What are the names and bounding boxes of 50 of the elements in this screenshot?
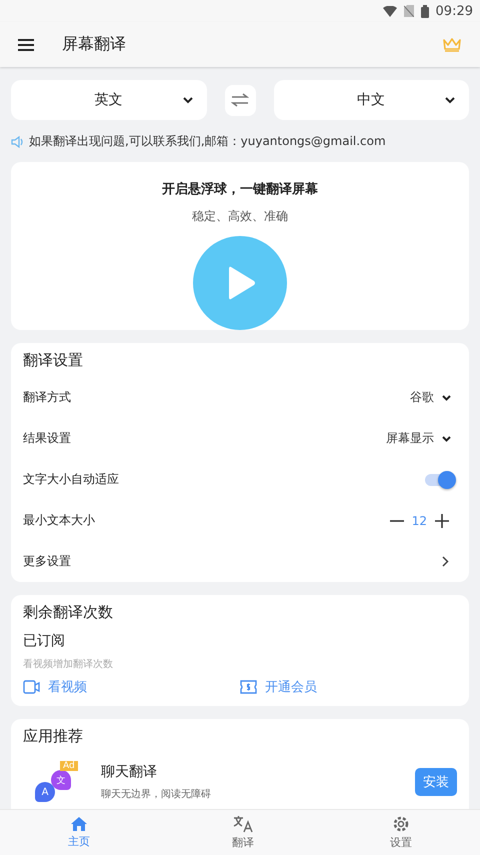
section-title: 应用推荐 <box>23 727 84 746</box>
setting-label: 翻译方式 <box>23 389 71 406</box>
wifi-icon <box>382 6 397 16</box>
settings-icon <box>392 815 410 833</box>
notice-text: 如果翻译出现问题,可以联系我们,邮箱：yuyantongs@gmail.com <box>29 133 386 150</box>
swap-arrows-icon <box>231 93 249 107</box>
toggle-switch[interactable] <box>425 474 453 486</box>
setting-label: 文字大小自动适应 <box>23 471 119 488</box>
menu-icon[interactable] <box>18 38 34 50</box>
chevron-down-icon <box>445 96 455 104</box>
nav-tab[interactable]: 主页 <box>49 816 115 849</box>
chevron-down-icon <box>442 394 451 400</box>
plus-icon[interactable] <box>435 514 449 528</box>
quota-hint: 看视频增加翻译次数 <box>23 658 114 671</box>
setting-dropdown[interactable]: 谷歌 <box>410 389 457 406</box>
video-icon <box>23 680 40 694</box>
ad-badge: Ad <box>60 761 78 771</box>
text-size-value: 12 <box>412 514 427 528</box>
target-language-select[interactable]: 中文 <box>274 80 469 120</box>
setting-label: 最小文本大小 <box>23 512 95 529</box>
nav-tab[interactable]: 设置 <box>371 815 431 850</box>
float-title: 开启悬浮球，一键翻译屏幕 <box>162 180 318 198</box>
chevron-down-icon <box>442 436 451 442</box>
app-title: 屏幕翻译 <box>62 34 127 55</box>
home-icon <box>70 816 88 832</box>
action-link[interactable]: 看视频 <box>48 678 87 696</box>
section-title: 翻译设置 <box>23 351 84 370</box>
translate-icon <box>233 815 253 833</box>
app-icon-bubble: A <box>35 782 55 802</box>
section-title: 剩余翻译次数 <box>23 603 114 622</box>
no-sim-icon <box>404 5 414 17</box>
subscription-status: 已订阅 <box>23 632 66 650</box>
nav-tab[interactable]: 翻译 <box>213 815 273 850</box>
battery-icon <box>420 4 429 18</box>
app-name: 聊天翻译 <box>101 763 158 781</box>
status-time: 09:29 <box>436 4 473 18</box>
swap-button[interactable] <box>224 84 256 116</box>
action-link[interactable]: 开通会员 <box>265 678 317 696</box>
setting-label: 结果设置 <box>23 430 71 447</box>
source-language-select[interactable]: 英文 <box>11 80 206 120</box>
install-button[interactable]: 安装 <box>415 768 457 796</box>
setting-dropdown[interactable]: 屏幕显示 <box>386 430 457 447</box>
speaker-icon <box>11 136 24 148</box>
chevron-down-icon <box>182 96 192 104</box>
ticket-icon <box>240 680 257 694</box>
setting-label: 更多设置 <box>23 553 71 570</box>
chevron-right-icon[interactable] <box>442 556 449 567</box>
float-subtitle: 稳定、高效、准确 <box>192 208 288 225</box>
app-icon-bubble: 文 <box>51 770 71 790</box>
app-description: 聊天无边界，阅读无障碍 <box>101 788 212 801</box>
